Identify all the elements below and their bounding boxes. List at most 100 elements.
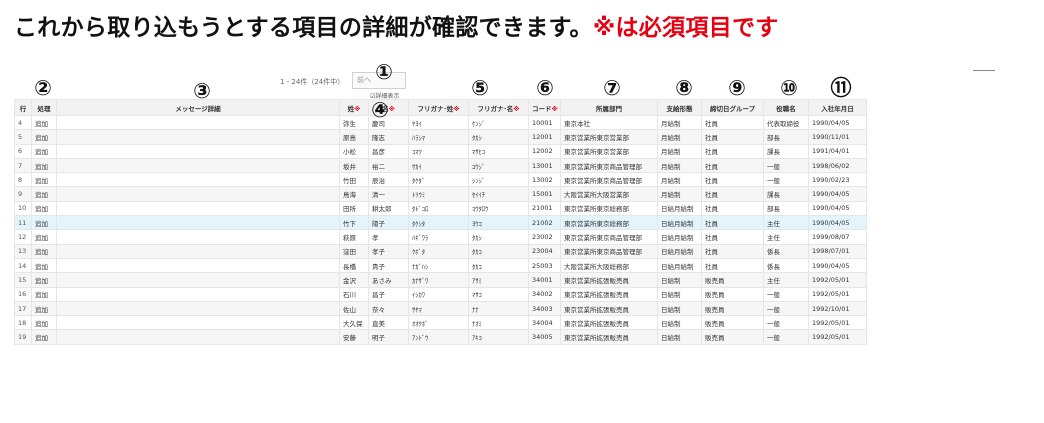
table-cell: 21001 [528, 200, 561, 217]
table-row[interactable]: 4 追加 弥生 慶司 ﾔﾖｲ ｹﾝｼﾞ 10001 東京本社 月給制 社員 代表取締役 1990/04… [14, 114, 867, 131]
required-mark: ※ [354, 104, 361, 113]
table-cell: 日給月給制 [657, 229, 702, 245]
column-header[interactable]: 処理 [31, 99, 57, 116]
table-cell: 34005 [528, 329, 561, 345]
table-cell: 19 [14, 329, 32, 345]
table-cell: 課長 [763, 186, 809, 202]
column-header[interactable]: 役職名 [763, 99, 809, 116]
table-cell: 1990/02/23 [808, 172, 867, 188]
marker-10: ⑩ [780, 76, 798, 100]
table-row[interactable]: 15 追加 金沢 あさみ ｶﾅｻﾞﾜ ｱｻﾐ 34001 東京営業所拡張販売員 日給制 販売員 主任… [14, 272, 867, 288]
table-cell: 日給制 [657, 286, 702, 302]
table-cell: 8 [14, 172, 32, 188]
column-header[interactable]: 入社年月日 [808, 99, 867, 116]
table-cell: 1990/11/01 [808, 129, 867, 145]
column-header[interactable]: フリガナ･名※ [468, 99, 529, 116]
table-row[interactable]: 6 追加 小松 昌彦 ｺﾏﾂ ﾏｻﾋｺ 12002 東京営業所東京営業部 月給制 社員 課長 1991… [14, 143, 867, 159]
table-cell: 貴子 [368, 257, 409, 274]
table-cell: 耕太郎 [368, 200, 409, 217]
column-header-label: メッセージ詳細 [175, 104, 221, 113]
table-cell: 追加 [31, 143, 57, 159]
table-cell: あさみ [368, 272, 409, 288]
table-cell: 石川 [339, 286, 369, 302]
table-cell: 東京営業所東京総務部 [560, 200, 658, 217]
table-row[interactable]: 9 追加 鳥海 清一 ﾄﾘｳﾐ ｾｲｲﾁ 15001 大阪営業所大阪営業部 月給制 社員 課長 199… [14, 186, 867, 202]
column-header[interactable]: 支給形態 [657, 99, 702, 116]
table-cell: 12 [14, 229, 32, 245]
table-cell: 1992/05/01 [808, 272, 867, 288]
table-cell: 1990/04/05 [808, 114, 867, 131]
table-cell: 1992/05/01 [808, 286, 867, 302]
table-cell: 東京営業所東京営業部 [560, 129, 658, 145]
marker-4: ④ [371, 98, 389, 122]
table-cell: ﾏｻｺ [468, 286, 529, 302]
table-cell: 田所 [339, 200, 369, 217]
required-note: ※は必須項目です [592, 15, 779, 41]
table-cell: 窪田 [339, 243, 369, 259]
heading-main-text: これから取り込もうとする項目の詳細が確認できます。 [14, 15, 593, 41]
table-cell: ｺｳﾀﾛｳ [468, 200, 529, 217]
table-row[interactable]: 14 追加 長橋 貴子 ﾅｶﾞﾊｼ ﾀｶｺ 25003 大阪営業所大阪総務部 日給月給制 社員 係長… [14, 257, 867, 274]
table-row[interactable]: 5 追加 原島 隆志 ﾊﾗｼﾏ ﾀｶｼ 12001 東京営業所東京営業部 月給制 社員 部長 1990… [14, 129, 867, 145]
table-cell: 21002 [528, 215, 561, 231]
table-row[interactable]: 13 追加 窪田 孝子 ｸﾎﾞﾀ ﾀｶｺ 23004 東京営業所東京商品管理部 日給月給制 社員係… [14, 243, 867, 259]
table-cell: ｻｶｲ [408, 157, 469, 174]
column-header[interactable]: コード※ [528, 99, 561, 116]
column-header[interactable]: フリガナ･姓※ [408, 99, 469, 116]
table-cell: 社員 [701, 186, 764, 202]
table-row[interactable]: 19 追加 安藤 明子 ｱﾝﾄﾞｳ ｱｷｺ 34005 東京営業所拡張販売員 日給制 販売員 一般 1… [14, 329, 867, 345]
table-cell: 追加 [31, 300, 57, 317]
table-cell: 一般 [763, 172, 809, 188]
table-cell: ﾀｶｼ [468, 129, 529, 145]
table-cell: 一般 [763, 157, 809, 174]
table-cell: 直美 [368, 315, 409, 331]
table-cell: 追加 [31, 229, 57, 245]
table-cell: 係長 [763, 257, 809, 274]
table-cell: 17 [14, 300, 32, 317]
table-row[interactable]: 11 追加 竹下 陽子 ﾀｹｼﾀ ﾖｳｺ 21002 東京営業所東京総務部 日給月給制 社員 主任 1… [14, 215, 867, 231]
table-cell: 大久保 [339, 315, 369, 331]
table-cell: ﾀｶｺ [468, 257, 529, 274]
table-cell: 追加 [31, 257, 57, 274]
table-cell: 孝 [368, 229, 409, 245]
table-cell: 部長 [763, 200, 809, 217]
table-row[interactable]: 8 追加 竹田 辰治 ﾀｹﾀﾞ ｼﾝｼﾞ 13002 東京営業所東京商品管理部 月給制 社員 一般 1… [14, 172, 867, 188]
table-cell: 社員 [701, 129, 764, 145]
table-cell: 安藤 [339, 329, 369, 345]
table-cell: 長橋 [339, 257, 369, 274]
table-cell: ﾄﾘｳﾐ [408, 186, 469, 202]
table-row[interactable]: 17 追加 佐山 奈々 ｻﾔﾏ ﾅﾅ 34003 東京営業所拡張販売員 日給制 販売員 一般 1992… [14, 300, 867, 317]
table-cell: 日給月給制 [657, 215, 702, 231]
table-cell: 4 [14, 114, 32, 131]
column-header[interactable]: 締切日グループ [701, 99, 764, 116]
table-cell [56, 157, 340, 174]
table-cell: 社員 [701, 243, 764, 259]
table-cell: ﾖｳｺ [468, 215, 529, 231]
table-row[interactable]: 10 追加 田所 耕太郎 ﾀﾄﾞｺﾛ ｺｳﾀﾛｳ 21001 東京営業所東京総務部 日給月給制社… [14, 200, 867, 217]
table-cell: 主任 [763, 215, 809, 231]
table-cell [56, 329, 340, 345]
table-row[interactable]: 7 追加 坂井 裕二 ｻｶｲ ﾕｳｼﾞ 13001 東京営業所東京商品管理部 月給制 社員 一般 19… [14, 157, 867, 174]
table-cell: 東京営業所東京商品管理部 [560, 243, 658, 259]
table-cell: ﾅﾅ [468, 300, 529, 317]
column-header-label: 処理 [37, 104, 51, 113]
table-cell: 販売員 [701, 329, 764, 345]
pager-range: 1 - 24件（24件中） [280, 78, 345, 86]
column-header[interactable]: 行 [14, 99, 32, 116]
table-cell: ｱｻﾐ [468, 272, 529, 288]
table-cell: 萩原 [339, 229, 369, 245]
table-cell: 東京営業所東京商品管理部 [560, 229, 658, 245]
table-cell: 販売員 [701, 300, 764, 317]
column-header-label: 所属部門 [596, 104, 622, 113]
table-cell: 社員 [701, 157, 764, 174]
table-cell: 佐山 [339, 300, 369, 317]
table-cell: 追加 [31, 215, 57, 231]
table-cell [56, 186, 340, 202]
column-header-label: フリガナ･姓 [417, 104, 454, 113]
table-row[interactable]: 18 追加 大久保 直美 ｵｵｸﾎﾞ ﾅｵﾐ 34004 東京営業所拡張販売員 日給制 販売員 一般… [14, 315, 867, 331]
table-cell: 辰治 [368, 172, 409, 188]
column-header[interactable]: 所属部門 [560, 99, 658, 116]
table-cell: 大阪営業所大阪営業部 [560, 186, 658, 202]
table-row[interactable]: 12 追加 萩原孝ﾊｷﾞﾜﾗ ﾀｶｼ 23002 東京営業所東京商品管理部 日給月給制 社員主… [14, 229, 867, 245]
table-row[interactable]: 16 追加 石川 昌子 ｲｼｶﾜ ﾏｻｺ 34002 東京営業所拡張販売員 日給制 販売員 一般 19… [14, 286, 867, 302]
